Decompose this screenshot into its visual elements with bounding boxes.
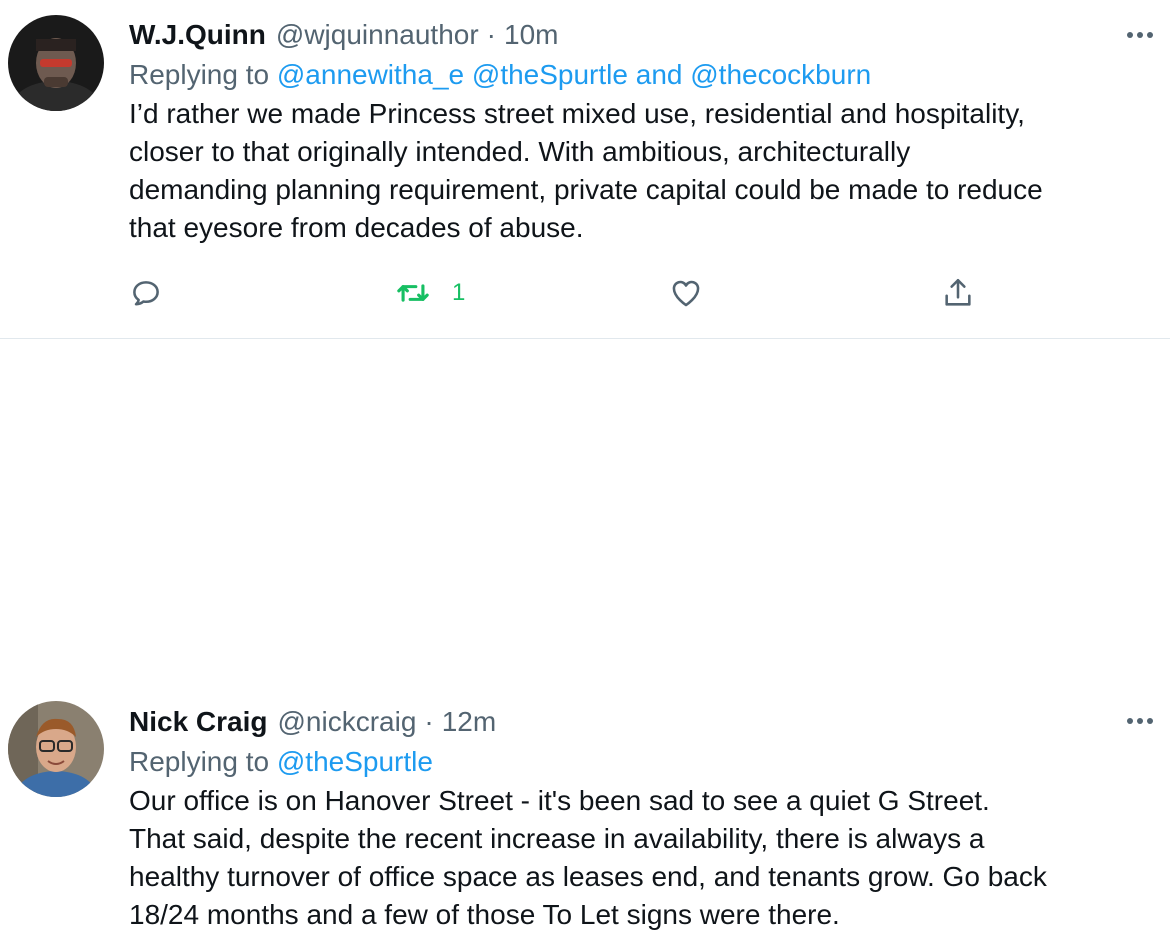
reply-icon — [133, 281, 159, 306]
share-icon — [945, 278, 971, 306]
more-icon — [1127, 32, 1153, 38]
tweet-text-line: demanding planning requirement, private … — [129, 174, 1043, 205]
replying-to-prefix: Replying to — [129, 746, 270, 777]
author-handle[interactable]: @wjquinnauthor — [276, 16, 479, 54]
share-button[interactable] — [941, 276, 975, 310]
avatar-wjquinn[interactable] — [8, 15, 104, 111]
tweet-text: Our office is on Hanover Street - it's b… — [129, 782, 1140, 934]
timestamp[interactable]: 12m — [442, 703, 496, 741]
separator: · — [424, 706, 434, 737]
author-name[interactable]: Nick Craig — [129, 703, 268, 741]
tweet-actions: 1 — [129, 276, 989, 316]
author-handle[interactable]: @nickcraig — [278, 703, 417, 741]
like-button[interactable] — [669, 276, 703, 310]
mention-link[interactable]: @theSpurtle — [277, 746, 433, 777]
tweet-wjquinn[interactable]: W.J.Quinn @wjquinnauthor · 10m Replying … — [0, 0, 1170, 339]
tweet-text-line: closer to that originally intended. With… — [129, 136, 911, 167]
retweet-button[interactable]: 1 — [396, 276, 465, 310]
mention-joiner[interactable]: and — [636, 59, 683, 90]
timestamp[interactable]: 10m — [504, 16, 558, 54]
tweet-text-line: Our office is on Hanover Street - it's b… — [129, 785, 990, 816]
retweet-count: 1 — [452, 279, 466, 306]
tweet-text-line: that eyesore from decades of abuse. — [129, 212, 584, 243]
tweet-text-line: That said, despite the recent increase i… — [129, 823, 985, 854]
author-name[interactable]: W.J.Quinn — [129, 16, 266, 54]
mention-link[interactable]: @annewitha_e — [277, 59, 464, 90]
tweet-text-line: 18/24 months and a few of those To Let s… — [129, 899, 840, 930]
tweet-text-line: healthy turnover of office space as leas… — [129, 861, 1047, 892]
mention-link[interactable]: @thecockburn — [690, 59, 871, 90]
tweet-text-line: I’d rather we made Princess street mixed… — [129, 98, 1025, 129]
replying-to-prefix: Replying to — [129, 59, 270, 90]
tweet-text: I’d rather we made Princess street mixed… — [129, 95, 1140, 247]
more-options-button[interactable] — [1120, 706, 1160, 736]
mention-link[interactable]: @theSpurtle — [472, 59, 628, 90]
separator: · — [486, 19, 496, 50]
tweet-nickcraig[interactable]: Nick Craig @nickcraig · 12m Replying to … — [0, 339, 1170, 930]
avatar-nickcraig[interactable] — [8, 701, 104, 797]
replying-to: Replying to @theSpurtle — [129, 743, 1140, 781]
reply-button[interactable] — [129, 276, 163, 310]
heart-icon — [672, 280, 700, 307]
more-options-button[interactable] — [1120, 20, 1160, 50]
retweet-icon — [397, 284, 429, 302]
replying-to: Replying to @annewitha_e @theSpurtle and… — [129, 56, 1140, 94]
more-icon — [1127, 718, 1153, 724]
